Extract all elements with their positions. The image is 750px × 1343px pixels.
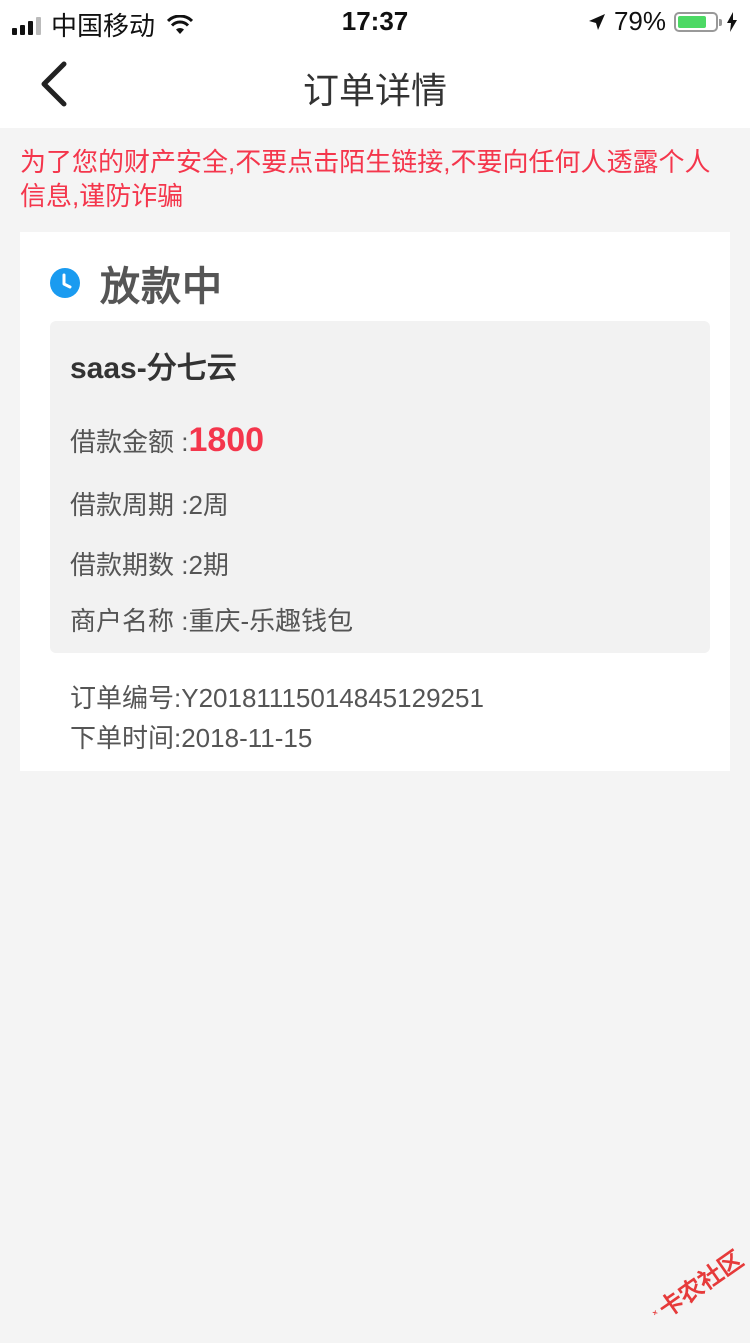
loan-amount-label: 借款金额 : [70,427,189,457]
location-arrow-icon [588,13,605,30]
loan-amount-row: 借款金额 : 1800 [70,421,264,460]
battery-icon [674,11,722,32]
merchant-row: 商户名称 : 重庆-乐趣钱包 [70,601,353,638]
clock-icon [50,268,80,298]
battery-percent: 79% [613,6,666,36]
loan-period-row: 借款周期 : 2周 [70,485,229,522]
status-text: 放款中 [100,265,223,309]
merchant-label: 商户名称 : [70,606,189,636]
order-number: 订单编号:Y20181115014845129251 [70,683,484,713]
security-warning: 为了您的财产安全,不要点击陌生链接,不要向任何人透露个人信息,谨防诈骗 [20,147,711,211]
watermark: 卡农社区 [633,1225,750,1343]
loan-detail-box: saas-分七云 借款金额 : 1800 借款周期 : 2周 借款期数 : 2期… [50,321,710,653]
watermark-text: 卡农社区 [653,1245,749,1323]
order-time: 下单时间:2018-11-15 [70,723,313,753]
status-right: 79% [588,6,738,37]
page-title: 订单详情 [302,70,447,111]
installments-label: 借款期数 : [70,550,189,580]
merchant-value: 重庆-乐趣钱包 [188,606,354,636]
loan-period-value: 2周 [188,490,229,520]
order-status: 放款中 [50,254,223,312]
nav-bar: 订单详情 [0,40,750,128]
loan-period-label: 借款周期 : [70,490,189,520]
installments-row: 借款期数 : 2期 [70,545,229,582]
loan-amount-value: 1800 [188,421,265,459]
charging-bolt-icon [727,11,737,32]
battery-level [678,15,707,28]
product-name: saas-分七云 [70,352,237,385]
order-card: 放款中 saas-分七云 借款金额 : 1800 借款周期 : 2周 借款期数 … [20,232,730,771]
installments-value: 2期 [188,550,229,580]
status-bar: 中国移动 17:37 79% [0,0,750,41]
